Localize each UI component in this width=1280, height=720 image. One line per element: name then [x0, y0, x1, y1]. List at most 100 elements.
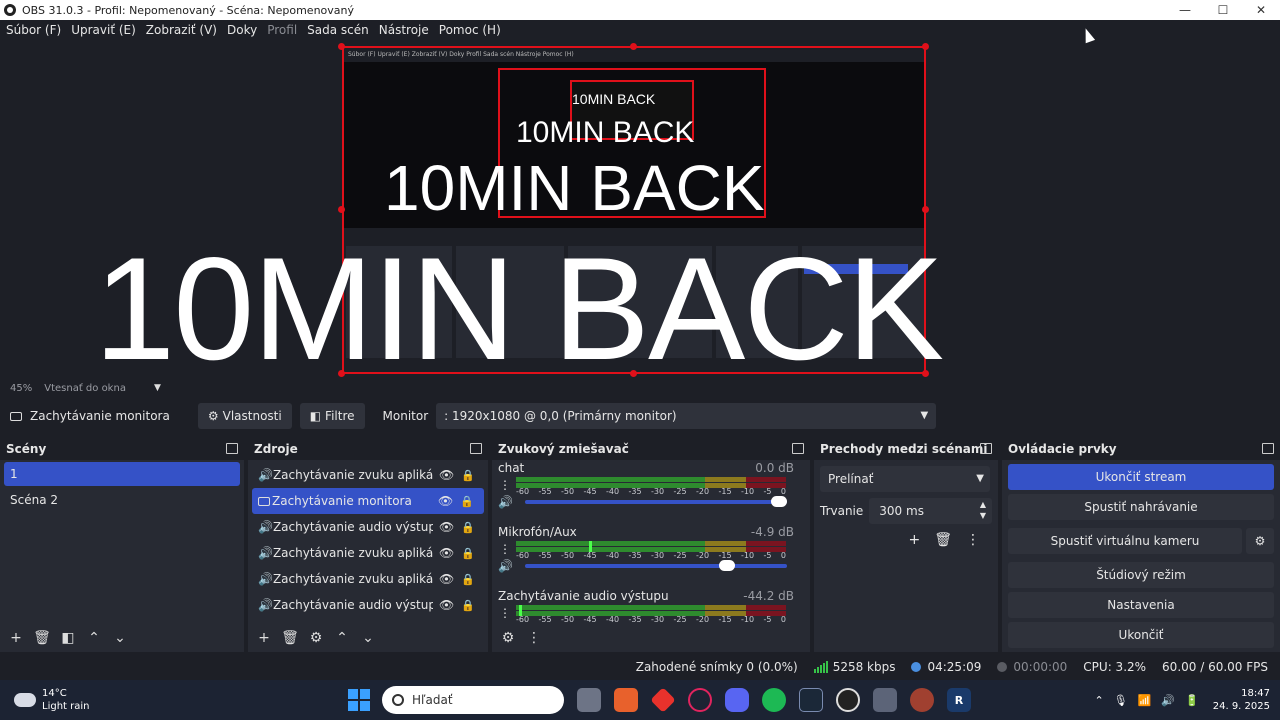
- exit-button[interactable]: Ukončiť: [1008, 622, 1274, 648]
- resize-handle-l[interactable]: [338, 206, 345, 213]
- start-recording-button[interactable]: Spustiť nahrávanie: [1008, 494, 1274, 520]
- lock-icon[interactable]: 🔒: [461, 573, 475, 586]
- menu-docks[interactable]: Doky: [227, 23, 257, 37]
- monitor-select[interactable]: : 1920x1080 @ 0,0 (Primárny monitor) ▼: [436, 403, 937, 429]
- menu-file[interactable]: Súbor (F): [6, 23, 61, 37]
- scene-filter-icon[interactable]: ◧: [58, 628, 78, 648]
- gear-icon[interactable]: ⚙: [306, 628, 326, 648]
- move-down-icon[interactable]: ⌄: [358, 628, 378, 648]
- move-down-icon[interactable]: ⌄: [110, 628, 130, 648]
- lock-icon[interactable]: 🔒: [461, 599, 475, 612]
- close-button[interactable]: ✕: [1242, 3, 1280, 17]
- eye-icon[interactable]: 👁: [439, 468, 454, 482]
- clock[interactable]: 18:47 24. 9. 2025: [1213, 687, 1270, 713]
- settings-gear-icon[interactable]: [873, 688, 897, 712]
- eye-icon[interactable]: 👁: [438, 494, 453, 508]
- undock-icon[interactable]: [470, 443, 482, 454]
- resize-handle-tr[interactable]: [922, 43, 929, 50]
- opera-icon[interactable]: [688, 688, 712, 712]
- resize-handle-tl[interactable]: [338, 43, 345, 50]
- resize-handle-bl[interactable]: [338, 370, 345, 377]
- add-source-button[interactable]: +: [254, 628, 274, 648]
- move-up-icon[interactable]: ⌃: [84, 628, 104, 648]
- menu-help[interactable]: Pomoc (H): [439, 23, 501, 37]
- undock-icon[interactable]: [980, 443, 992, 454]
- menu-scene-collection[interactable]: Sada scén: [307, 23, 369, 37]
- kebab-menu-icon[interactable]: ⋮: [498, 542, 512, 556]
- advanced-audio-gear-icon[interactable]: ⚙: [498, 628, 518, 648]
- spotify-icon[interactable]: [762, 688, 786, 712]
- undock-icon[interactable]: [792, 443, 804, 454]
- trash-icon[interactable]: 🗑: [32, 628, 52, 648]
- app-diamond-icon[interactable]: [650, 687, 676, 713]
- properties-button[interactable]: ⚙ Vlastnosti: [197, 403, 292, 429]
- lock-icon[interactable]: 🔒: [460, 495, 474, 508]
- settings-button[interactable]: Nastavenia: [1008, 592, 1274, 618]
- kebab-menu-icon[interactable]: ⋮: [966, 532, 980, 548]
- source-item[interactable]: 🔊 Zachytávanie audio výstupu 2 👁 🔒: [252, 514, 484, 540]
- task-view-icon[interactable]: [577, 688, 601, 712]
- undock-icon[interactable]: [226, 443, 238, 454]
- lock-icon[interactable]: 🔒: [461, 469, 475, 482]
- battery-icon[interactable]: 🔋: [1185, 694, 1199, 707]
- microphone-icon[interactable]: 🎙: [1114, 694, 1128, 707]
- resize-handle-t[interactable]: [630, 43, 637, 50]
- kebab-menu-icon[interactable]: ⋮: [524, 628, 544, 648]
- source-item[interactable]: Zachytávanie monitora 👁 🔒: [252, 488, 484, 514]
- volume-slider-knob[interactable]: [770, 496, 787, 507]
- weather-widget[interactable]: 14°C Light rain: [14, 687, 314, 713]
- menu-profile[interactable]: Profil: [267, 23, 297, 37]
- spinner-icon[interactable]: ▲ ▼: [980, 499, 986, 521]
- filters-button[interactable]: ◧ Filtre: [299, 403, 365, 429]
- studio-mode-button[interactable]: Štúdiový režim: [1008, 562, 1274, 588]
- taskbar-search[interactable]: Hľadať: [382, 686, 564, 714]
- speaker-icon[interactable]: 🔊: [498, 495, 513, 509]
- kebab-menu-icon[interactable]: ⋮: [498, 478, 512, 492]
- lock-icon[interactable]: 🔒: [461, 547, 475, 560]
- add-transition-button[interactable]: +: [908, 532, 920, 548]
- stop-stream-button[interactable]: Ukončiť stream: [1008, 464, 1274, 490]
- source-item[interactable]: 🔊 Zachytávanie zvuku aplikácie (B 👁 🔒: [252, 566, 484, 592]
- minimize-button[interactable]: —: [1166, 3, 1204, 17]
- preview-area[interactable]: Súbor (F) Upraviť (E) Zobraziť (V) Doky …: [0, 40, 1280, 380]
- resize-handle-br[interactable]: [922, 370, 929, 377]
- menu-tools[interactable]: Nástroje: [379, 23, 429, 37]
- trash-icon[interactable]: 🗑: [934, 532, 952, 548]
- obs-taskbar-icon[interactable]: [836, 688, 860, 712]
- app-r-icon[interactable]: R: [947, 688, 971, 712]
- app-face-icon[interactable]: [910, 688, 934, 712]
- kebab-menu-icon[interactable]: ⋮: [498, 606, 512, 620]
- source-item[interactable]: 🔊 Zachytávanie audio výstupu 👁 🔒: [252, 592, 484, 618]
- move-up-icon[interactable]: ⌃: [332, 628, 352, 648]
- discord-icon[interactable]: [725, 688, 749, 712]
- steam-icon[interactable]: [799, 688, 823, 712]
- eye-icon[interactable]: 👁: [439, 598, 454, 612]
- windows-start-icon[interactable]: [348, 689, 370, 711]
- transition-select[interactable]: Prelínať ▼: [820, 466, 990, 492]
- scene-item[interactable]: Scéna 2: [4, 488, 240, 512]
- resize-handle-r[interactable]: [922, 206, 929, 213]
- menu-edit[interactable]: Upraviť (E): [71, 23, 136, 37]
- maximize-button[interactable]: ☐: [1204, 3, 1242, 17]
- menu-view[interactable]: Zobraziť (V): [146, 23, 217, 37]
- zoom-dropdown-icon[interactable]: ▼: [154, 383, 161, 393]
- resize-handle-b[interactable]: [630, 370, 637, 377]
- lock-icon[interactable]: 🔒: [461, 521, 475, 534]
- eye-icon[interactable]: 👁: [439, 572, 454, 586]
- wifi-icon[interactable]: 📶: [1138, 694, 1152, 707]
- volume-slider[interactable]: [524, 560, 787, 571]
- source-item[interactable]: 🔊 Zachytávanie zvuku aplikácie (B 👁 🔒: [252, 540, 484, 566]
- eye-icon[interactable]: 👁: [439, 546, 454, 560]
- undock-icon[interactable]: [1262, 443, 1274, 454]
- trash-icon[interactable]: 🗑: [280, 628, 300, 648]
- speaker-icon[interactable]: 🔊: [498, 559, 513, 573]
- eye-icon[interactable]: 👁: [439, 520, 454, 534]
- zoom-mode[interactable]: Vtesnať do okna: [44, 383, 126, 394]
- scene-item[interactable]: 1: [4, 462, 240, 486]
- chevron-up-icon[interactable]: ⌃: [1094, 694, 1103, 707]
- start-virtual-camera-button[interactable]: Spustiť virtuálnu kameru: [1008, 528, 1242, 554]
- volume-slider[interactable]: [524, 496, 787, 507]
- duration-input[interactable]: 300 ms ▲ ▼: [869, 498, 992, 524]
- volume-slider-knob[interactable]: [719, 560, 736, 571]
- virtual-camera-gear-icon[interactable]: ⚙: [1246, 528, 1274, 554]
